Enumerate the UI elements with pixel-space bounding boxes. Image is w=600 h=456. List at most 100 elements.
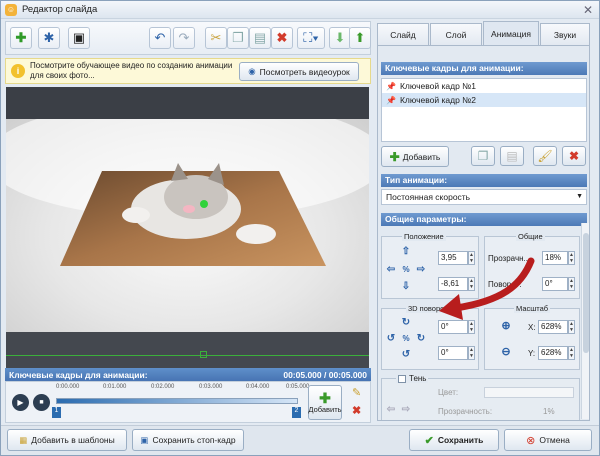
cut-icon[interactable]: ✂ xyxy=(205,27,227,49)
template-icon: ▦ xyxy=(19,434,28,445)
paste-icon[interactable]: ▤ xyxy=(500,146,524,166)
tick-label: 0:02.000 xyxy=(151,384,175,390)
shadow-color-label: Цвет: xyxy=(438,388,459,397)
list-item[interactable]: 📌 Ключевой кадр №2 xyxy=(382,93,586,107)
shadow-transparency-value: 1% xyxy=(543,407,555,416)
anim-type-select[interactable]: Постоянная скорость ▼ xyxy=(381,189,587,205)
transparency-field[interactable]: 18% xyxy=(542,251,568,265)
tab-slide[interactable]: Слайд xyxy=(377,23,429,45)
keyframe-marker[interactable]: 2 xyxy=(292,407,301,418)
tab-animation[interactable]: Анимация xyxy=(483,21,539,45)
panel-scrollbar[interactable] xyxy=(581,223,589,419)
edit-icon[interactable]: ✎ xyxy=(352,386,361,399)
fit-icon[interactable]: ⛶▾ xyxy=(297,27,325,49)
list-item[interactable]: 📌 Ключевой кадр №1 xyxy=(382,79,586,93)
slide-canvas[interactable] xyxy=(6,119,369,332)
keyframe-list: 📌 Ключевой кадр №1 📌 Ключевой кадр №2 xyxy=(381,78,587,142)
rotate-left-icon[interactable]: ↺ xyxy=(385,333,397,345)
timeline-header: Ключевые кадры для анимации: 00:05.000 /… xyxy=(5,368,371,381)
transparency-stepper[interactable]: ▲ ▼ xyxy=(568,251,575,265)
scale-y-stepper[interactable]: ▲ ▼ xyxy=(568,346,575,360)
close-icon[interactable]: ✕ xyxy=(583,3,593,17)
remove-icon[interactable]: ✖ xyxy=(352,404,361,417)
pin-icon: 📌 xyxy=(386,95,396,105)
add-to-templates-button[interactable]: ▦ Добавить в шаблоны xyxy=(7,429,127,451)
video-icon[interactable]: ▣ xyxy=(68,27,90,49)
general-label: Общие xyxy=(516,232,545,241)
move-down-icon[interactable]: ⬇ xyxy=(329,27,351,49)
chevron-down-icon: ▼ xyxy=(576,193,583,200)
rotation-3d-b-stepper[interactable]: ▲ ▼ xyxy=(468,346,475,360)
webcam-icon: ◉ xyxy=(248,66,256,76)
keyframe-label: Ключевой кадр №2 xyxy=(399,95,477,105)
rotation-stepper[interactable]: ▲ ▼ xyxy=(568,277,575,291)
tick-label: 0:00.000 xyxy=(56,384,80,390)
rotate-down-icon[interactable]: ↺ xyxy=(400,349,412,361)
tab-layer[interactable]: Слой xyxy=(430,23,482,45)
add-keyframe-label: Добавить xyxy=(308,405,342,414)
arrow-right-icon[interactable]: ⇨ xyxy=(415,264,427,276)
stop-icon[interactable]: ■ xyxy=(33,394,50,411)
delete-icon[interactable]: ✖ xyxy=(271,27,293,49)
shadow-color-picker[interactable] xyxy=(484,387,574,398)
add-layer-icon[interactable]: ✚ xyxy=(10,27,32,49)
cancel-button[interactable]: ⊗ Отмена xyxy=(504,429,592,451)
check-icon: ✔ xyxy=(424,434,434,447)
brush-icon[interactable]: 🖌 xyxy=(533,146,557,166)
anchor-point[interactable] xyxy=(200,200,208,208)
rotation-field[interactable]: 0° xyxy=(542,277,568,291)
center-icon[interactable]: % xyxy=(400,264,412,276)
motion-path xyxy=(6,355,369,356)
slide-editor-window: ☺ Редактор слайда ✕ ✚ ✱ ▣ ↶ ↷ ✂ ❐ ▤ ✖ ⛶▾… xyxy=(0,0,600,456)
arrow-left-icon[interactable]: ⇦ xyxy=(385,264,397,276)
scale-x-field[interactable]: 628% xyxy=(538,320,568,334)
keyframe-marker[interactable]: 1 xyxy=(52,407,61,418)
watch-tutorial-button[interactable]: ◉ Посмотреть видеоурок xyxy=(239,62,359,81)
anim-type-title: Тип анимации: xyxy=(381,174,587,187)
shadow-label: Тень xyxy=(409,374,427,383)
rotate-up-icon[interactable]: ↻ xyxy=(400,317,412,329)
paste-icon[interactable]: ▤ xyxy=(249,27,271,49)
copy-icon[interactable]: ❐ xyxy=(227,27,249,49)
general-params-title: Общие параметры: xyxy=(381,213,587,226)
shadow-checkbox[interactable] xyxy=(398,374,406,383)
play-icon[interactable]: ▶ xyxy=(12,394,29,411)
effects-icon[interactable]: ✱ xyxy=(38,27,60,49)
add-keyframe-button[interactable]: ✚ Добавить xyxy=(308,385,342,420)
scrollbar-thumb[interactable] xyxy=(583,233,589,353)
rotation-3d-b-field[interactable]: 0° xyxy=(438,346,468,360)
canvas-top-area xyxy=(6,87,369,119)
save-frame-button[interactable]: ▣ Сохранить стоп-кадр xyxy=(132,429,244,451)
tick-label: 0:01.000 xyxy=(103,384,127,390)
arrow-right-icon[interactable]: ⇨ xyxy=(400,404,412,416)
tab-sounds[interactable]: Звуки xyxy=(540,23,590,45)
timeline-track[interactable] xyxy=(56,398,298,404)
center-icon[interactable]: % xyxy=(400,333,412,345)
timeline-time: 00:05.000 / 00:05.000 xyxy=(283,369,367,380)
arrow-up-icon[interactable]: ⇧ xyxy=(400,246,412,258)
tick-label: 0:03.000 xyxy=(199,384,223,390)
photo-layer[interactable] xyxy=(6,119,369,332)
bottom-bar: ▦ Добавить в шаблоны ▣ Сохранить стоп-ка… xyxy=(1,425,599,455)
scale-x-stepper[interactable]: ▲ ▼ xyxy=(568,320,575,334)
notice-text: Посмотрите обучающее видео по созданию а… xyxy=(30,61,233,80)
cancel-icon: ⊗ xyxy=(526,434,536,447)
watch-tutorial-label: Посмотреть видеоурок xyxy=(259,66,350,77)
save-button[interactable]: ✔ Сохранить xyxy=(409,429,499,451)
scale-y-field[interactable]: 628% xyxy=(538,346,568,360)
move-up-icon[interactable]: ⬆ xyxy=(349,27,371,49)
shadow-toggle[interactable]: Тень xyxy=(396,374,429,383)
scale-y-label: Y: xyxy=(528,349,536,358)
undo-icon[interactable]: ↶ xyxy=(149,27,171,49)
redo-icon[interactable]: ↷ xyxy=(173,27,195,49)
arrow-down-icon[interactable]: ⇩ xyxy=(400,281,412,293)
zoom-out-icon[interactable]: ⊖ xyxy=(500,346,512,358)
app-icon: ☺ xyxy=(5,3,17,16)
arrow-left-icon[interactable]: ⇦ xyxy=(385,404,397,416)
delete-icon[interactable]: ✖ xyxy=(562,146,586,166)
add-keyframe-panel-button[interactable]: ✚ Добавить xyxy=(381,146,449,167)
copy-icon[interactable]: ❐ xyxy=(471,146,495,166)
rotate-right-icon[interactable]: ↻ xyxy=(415,333,427,345)
path-handle[interactable] xyxy=(200,351,207,358)
save-label: Сохранить xyxy=(437,435,484,445)
